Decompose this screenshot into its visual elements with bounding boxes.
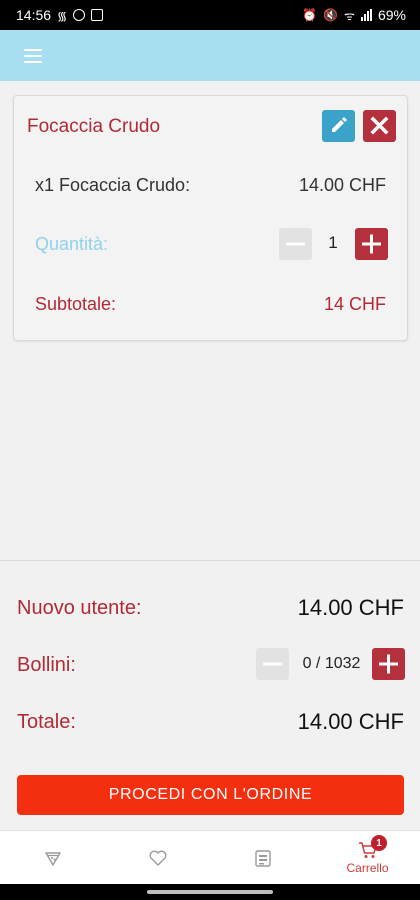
points-increase-button[interactable] <box>372 648 405 680</box>
quantity-increase-button[interactable] <box>355 228 388 260</box>
plus-icon <box>362 234 381 254</box>
receipt-icon <box>254 849 271 867</box>
item-line-price: 14.00 CHF <box>298 175 386 195</box>
nav-item-favorites[interactable] <box>105 831 210 884</box>
order-summary: Nuovo utente: 14.00 CHF Bollini: 0 / 103… <box>0 560 420 830</box>
cart-badge: 1 <box>371 835 387 851</box>
alarm-icon: ⏰ <box>302 8 318 22</box>
nav-item-orders[interactable] <box>210 831 315 884</box>
nav-item-menu[interactable] <box>0 831 105 884</box>
points-value: 0 / 1032 <box>302 655 361 672</box>
minus-icon <box>263 662 282 666</box>
quantity-decrease-button[interactable] <box>279 228 312 260</box>
signal-icon <box>360 9 372 21</box>
pizza-icon <box>44 851 61 866</box>
heart-icon <box>149 850 166 866</box>
minus-icon <box>286 242 305 246</box>
top-bar <box>0 30 420 81</box>
mute-icon: 🔇 <box>323 8 338 22</box>
delete-button[interactable] <box>363 110 396 142</box>
close-icon <box>370 116 389 135</box>
item-title: Focaccia Crudo <box>27 116 161 137</box>
bottom-nav: Carrello 1 <box>0 830 420 884</box>
cart-item-card: Focaccia Crudo x1 Focaccia Crudo: 14.00 … <box>13 95 408 341</box>
quantity-label: Quantità: <box>35 234 109 254</box>
item-line-label: x1 Focaccia Crudo: <box>35 175 191 195</box>
gesture-area <box>0 884 420 900</box>
nav-item-cart[interactable]: Carrello 1 <box>315 831 420 884</box>
plus-icon <box>379 654 398 674</box>
status-time: 14:56 <box>16 7 52 23</box>
status-bar: 14:56 ᯾ ⏰ 🔇 ᯤ 69% <box>0 0 420 30</box>
app-notification-icon <box>73 9 86 21</box>
battery-percent: 69% <box>377 7 406 23</box>
edit-button[interactable] <box>322 110 355 142</box>
nav-label-cart: Carrello <box>346 860 389 875</box>
quantity-value: 1 <box>328 233 338 252</box>
gallery-notification-icon <box>91 9 104 21</box>
proceed-order-button[interactable]: PROCEDI CON L'ORDINE <box>17 775 404 815</box>
home-gesture-bar[interactable] <box>147 890 273 894</box>
pencil-icon <box>332 117 347 132</box>
new-user-label: Nuovo utente: <box>17 597 142 619</box>
total-label: Totale: <box>17 711 76 733</box>
subtotal-value: 14 CHF <box>323 294 386 314</box>
wifi-icon: ᯤ <box>344 8 355 23</box>
menu-icon[interactable] <box>24 47 44 63</box>
subtotal-label: Subtotale: <box>35 294 117 314</box>
nfc-icon: ᯾ <box>57 8 68 23</box>
total-value: 14.00 CHF <box>297 709 404 734</box>
points-decrease-button[interactable] <box>256 648 289 680</box>
new-user-value: 14.00 CHF <box>297 595 404 620</box>
points-label: Bollini: <box>17 654 76 676</box>
